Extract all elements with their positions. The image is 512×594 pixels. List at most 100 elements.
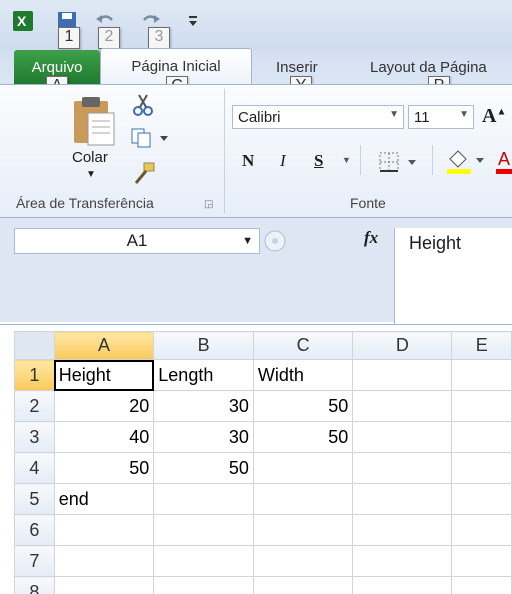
quick-access-toolbar: X 1 2 3 xyxy=(0,0,512,50)
cell-d8[interactable] xyxy=(352,576,453,594)
cell-e3[interactable] xyxy=(451,421,512,453)
chevron-down-icon[interactable]: ▼ xyxy=(242,235,253,247)
row-header[interactable]: 6 xyxy=(14,514,55,546)
divider xyxy=(432,145,433,175)
table-row: 4 50 50 xyxy=(14,452,512,484)
format-painter-icon[interactable] xyxy=(132,161,156,190)
table-row: 1 Height Length Width xyxy=(14,359,512,391)
cell-d6[interactable] xyxy=(352,514,453,546)
table-row: 6 xyxy=(14,514,512,546)
table-row: 5 end xyxy=(14,483,512,515)
name-box-value: A1 xyxy=(126,231,148,250)
cell-b4[interactable]: 50 xyxy=(153,452,254,484)
cell-a6[interactable] xyxy=(53,514,155,546)
formula-bar: A1 ▼ fx Height xyxy=(0,218,512,324)
underline-button[interactable]: S xyxy=(314,151,323,171)
cut-icon[interactable] xyxy=(132,93,154,122)
worksheet-grid: A B C D E 1 Height Length Width 2 20 30 50 3 40 30… xyxy=(0,324,512,594)
column-header-a[interactable]: A xyxy=(53,331,155,360)
cell-e5[interactable] xyxy=(451,483,512,515)
cell-d7[interactable] xyxy=(352,545,453,577)
cell-a3[interactable]: 40 xyxy=(53,421,155,453)
cells-table: A B C D E 1 Height Length Width 2 20 30 50 3 40 30… xyxy=(14,331,512,594)
column-header-b[interactable]: B xyxy=(153,331,254,360)
cell-e7[interactable] xyxy=(451,545,512,577)
font-name-combo[interactable]: Calibri ▼ xyxy=(232,105,404,129)
cell-e8[interactable] xyxy=(451,576,512,594)
paste-dropdown-icon[interactable]: ▼ xyxy=(86,169,96,180)
cell-c5[interactable] xyxy=(252,483,354,515)
cell-d1[interactable] xyxy=(352,359,453,391)
column-header-e[interactable]: E xyxy=(451,331,512,360)
cell-a7[interactable] xyxy=(53,545,155,577)
grow-font-icon[interactable]: A▲ xyxy=(482,105,506,128)
paste-label[interactable]: Colar xyxy=(72,149,108,166)
row-header[interactable]: 8 xyxy=(14,576,55,594)
row-header[interactable]: 2 xyxy=(14,390,55,422)
svg-text:A: A xyxy=(498,149,510,169)
select-all-corner[interactable] xyxy=(14,331,55,360)
cell-b2[interactable]: 30 xyxy=(153,390,254,422)
cell-d3[interactable] xyxy=(352,421,453,453)
insert-function-icon[interactable]: fx xyxy=(364,228,378,248)
cell-a8[interactable] xyxy=(53,576,155,594)
cell-b5[interactable] xyxy=(153,483,254,515)
table-row: 8 xyxy=(14,576,512,594)
cell-c6[interactable] xyxy=(252,514,354,546)
cell-a1[interactable]: Height xyxy=(53,359,155,391)
cell-b3[interactable]: 30 xyxy=(153,421,254,453)
column-header-d[interactable]: D xyxy=(352,331,453,360)
fill-color-icon[interactable] xyxy=(446,147,486,180)
row-header[interactable]: 1 xyxy=(14,359,55,391)
cell-c2[interactable]: 50 xyxy=(252,390,354,422)
cell-b6[interactable] xyxy=(153,514,254,546)
column-header-c[interactable]: C xyxy=(252,331,354,360)
borders-icon[interactable] xyxy=(378,151,420,178)
cell-c8[interactable] xyxy=(252,576,354,594)
row-header[interactable]: 5 xyxy=(14,483,55,515)
row-header[interactable]: 7 xyxy=(14,545,55,577)
cell-a4[interactable]: 50 xyxy=(53,452,155,484)
cell-a2[interactable]: 20 xyxy=(53,390,155,422)
name-box[interactable]: A1 ▼ xyxy=(14,228,260,254)
cell-e2[interactable] xyxy=(451,390,512,422)
cell-d5[interactable] xyxy=(352,483,453,515)
table-row: 3 40 30 50 xyxy=(14,421,512,453)
chevron-down-icon[interactable]: ▼ xyxy=(342,155,351,165)
excel-logo-icon: X xyxy=(12,10,34,32)
keytip-redo: 3 xyxy=(148,27,170,49)
ribbon-tabs: Arquivo Página Inicial Inserir Layout da… xyxy=(0,48,512,98)
keytip-save: 1 xyxy=(58,27,80,49)
formula-content: Height xyxy=(409,233,462,253)
cell-a5[interactable]: end xyxy=(53,483,155,515)
cell-c7[interactable] xyxy=(252,545,354,577)
font-size-combo[interactable]: 11 ▼ xyxy=(408,105,474,129)
chevron-down-icon[interactable]: ▼ xyxy=(459,109,469,120)
cell-c4[interactable] xyxy=(252,452,354,484)
cell-b8[interactable] xyxy=(153,576,254,594)
table-row: 2 20 30 50 xyxy=(14,390,512,422)
cell-d4[interactable] xyxy=(352,452,453,484)
paste-icon[interactable] xyxy=(70,95,118,152)
font-group-label: Fonte xyxy=(350,195,386,211)
group-separator xyxy=(224,89,225,213)
italic-button[interactable]: I xyxy=(280,151,286,171)
cell-e4[interactable] xyxy=(451,452,512,484)
clipboard-group-label: Área de Transferência xyxy=(16,195,154,211)
formula-input[interactable]: Height xyxy=(394,228,512,324)
font-color-icon[interactable]: A xyxy=(496,147,512,180)
cell-c3[interactable]: 50 xyxy=(252,421,354,453)
cell-d2[interactable] xyxy=(352,390,453,422)
cell-c1[interactable]: Width xyxy=(252,359,354,391)
cell-b1[interactable]: Length xyxy=(153,359,254,391)
row-header[interactable]: 3 xyxy=(14,421,55,453)
copy-icon[interactable] xyxy=(130,127,170,154)
clipboard-dialog-launcher-icon[interactable]: ◲ xyxy=(204,199,213,210)
cell-b7[interactable] xyxy=(153,545,254,577)
cell-e1[interactable] xyxy=(451,359,512,391)
customize-qat-icon[interactable] xyxy=(186,10,200,32)
bold-button[interactable]: N xyxy=(242,151,254,171)
chevron-down-icon[interactable]: ▼ xyxy=(389,109,399,120)
cell-e6[interactable] xyxy=(451,514,512,546)
row-header[interactable]: 4 xyxy=(14,452,55,484)
